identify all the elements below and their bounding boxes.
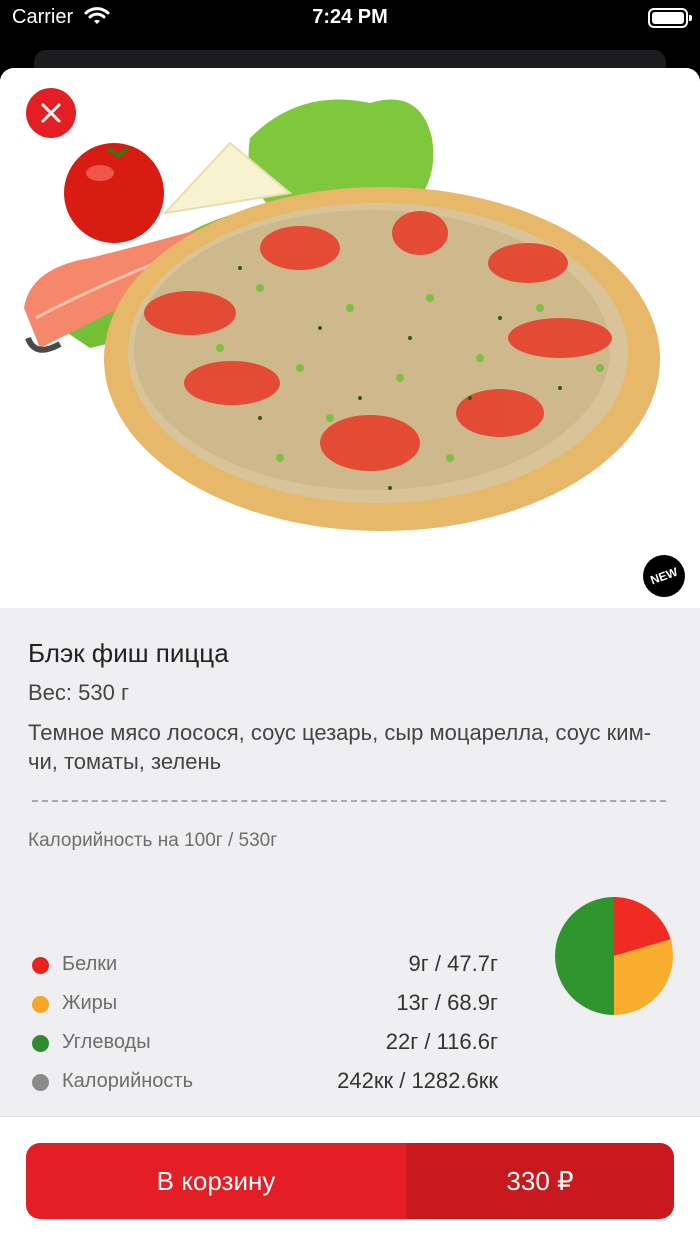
product-title: Блэк фиш пицца [28,638,229,668]
divider [32,800,666,802]
nutrition-value: 22г / 116.6г [385,1029,498,1054]
battery-icon [648,8,692,28]
fat-dot [32,996,49,1013]
nutrition-value: 9г / 47.7г [408,951,498,976]
add-to-cart-button[interactable]: В корзину 330 ₽ [26,1143,674,1219]
footer: В корзину 330 ₽ [0,1116,700,1244]
price-label: 330 ₽ [406,1143,674,1219]
nutrition-value: 13г / 68.9г [396,990,498,1015]
protein-dot [32,957,49,974]
nutrition-pie-chart [555,897,673,1015]
calories-dot [32,1074,49,1091]
product-weight: Вес: 530 г [28,680,129,705]
product-image: NEW [0,68,700,608]
pie-slice-2 [555,897,614,1015]
product-modal: NEW Блэк фиш пицца Вес: 530 г Темное мяс… [0,68,700,1244]
nutrition-row-calories: Калорийность 242кк / 1282.6кк [32,1067,498,1097]
nutrition-row-fat: Жиры 13г / 68.9г [32,989,498,1019]
nutrition-label: Белки [62,953,118,975]
nutrition-label: Калорийность [62,1070,194,1092]
nutrition-label: Жиры [62,992,118,1014]
calories-caption: Калорийность на 100г / 530г [28,830,278,851]
product-description: Темное мясо лосося, соус цезарь, сыр моц… [28,720,652,774]
nutrition-value: 242кк / 1282.6кк [337,1068,498,1093]
product-info: Блэк фиш пицца Вес: 530 г Темное мясо ло… [0,608,700,1116]
nutrition-row-carbs: Углеводы 22г / 116.6г [32,1028,498,1058]
add-to-cart-label: В корзину [26,1143,406,1219]
status-time: 7:24 PM [312,6,388,28]
carbs-dot [32,1035,49,1052]
close-button[interactable] [26,88,76,138]
nutrition-row-protein: Белки 9г / 47.7г [32,950,498,980]
nutrition-label: Углеводы [62,1031,151,1053]
status-bar: Carrier 7:24 PM [0,0,700,40]
close-icon [41,103,61,123]
